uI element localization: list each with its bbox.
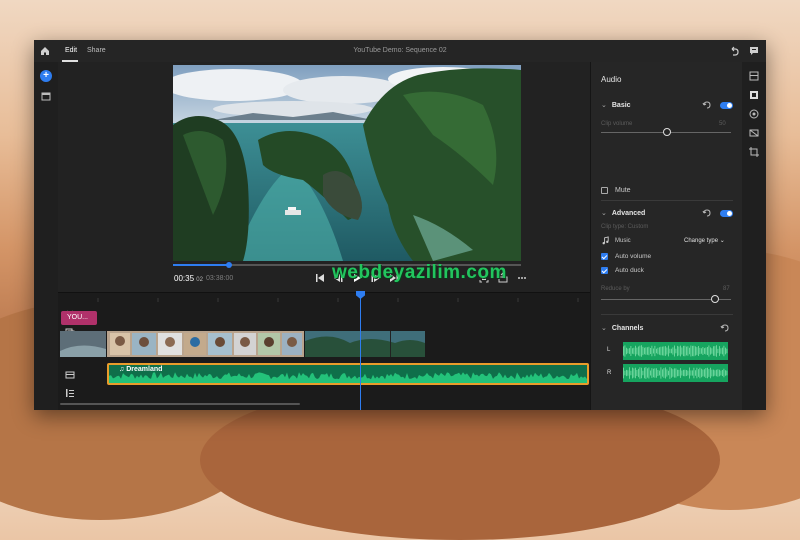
basic-toggle[interactable] [720,102,733,109]
mute-checkbox[interactable] [601,187,608,194]
top-bar: Edit Share YouTube Demo: Sequence 02 [34,40,766,63]
clip-volume-handle[interactable] [663,128,671,136]
left-channel-waveform[interactable] [623,342,729,360]
more-options-icon[interactable] [516,272,528,284]
left-toolbar: + [34,62,59,410]
scrubber-progress [173,264,229,266]
reduce-by-value: 87 [723,286,730,292]
auto-duck-checkbox[interactable] [601,267,608,274]
title-clip[interactable]: YOU... [61,311,97,325]
program-monitor: 00:35 02 03:38:00 [58,62,607,292]
right-channel-waveform[interactable] [623,364,729,382]
undo-icon[interactable] [729,45,741,57]
color-icon[interactable] [748,108,760,120]
audio-panel-title: Audio [601,75,622,84]
clip-type-hint: Clip type: Custom [601,224,649,230]
add-media-button[interactable]: + [40,70,52,82]
reset-icon[interactable] [720,323,730,333]
auto-volume-label: Auto volume [615,253,652,260]
auto-duck-label: Auto duck [615,267,644,274]
right-toolbar [742,62,766,410]
video-preview[interactable] [173,65,521,261]
audio-clip[interactable]: ♫ Dreamland [107,363,589,385]
clip-volume-label: Clip volume [601,121,633,127]
section-divider [601,200,733,201]
channels-section-header[interactable]: ⌄ Channels [601,324,643,332]
sequence-title: YouTube Demo: Sequence 02 [353,47,447,54]
audio-panel: Audio ⌄ Basic Clip volume 50 Mute ⌄ Advanc… [590,62,743,410]
time-ruler[interactable] [58,293,590,307]
timeline-scrollbar[interactable] [60,403,300,405]
reduce-by-handle[interactable] [711,295,720,303]
audio-waveform [109,372,587,383]
change-type-select[interactable]: Change type ⌄ [679,236,731,247]
basic-section-header[interactable]: ⌄ Basic [601,101,631,109]
transitions-icon[interactable] [748,127,760,139]
track-settings-icon[interactable] [64,369,76,381]
watermark-text: webdeyazilim.com [332,262,507,283]
current-timecode: 00:35 02 [174,274,203,283]
sequence-duration: 03:38:00 [206,275,234,282]
advanced-section-header[interactable]: ⌄ Advanced [601,209,645,217]
left-channel-label: L [607,347,611,353]
media-bin-icon[interactable] [40,90,52,102]
list-view-icon[interactable] [64,387,76,399]
audio-clip-name: ♫ Dreamland [119,366,163,373]
scrubber-handle[interactable] [225,262,232,268]
clip-volume-value: 50 [719,121,726,127]
advanced-toggle[interactable] [720,210,733,217]
reset-icon[interactable] [702,208,712,218]
music-note-icon [602,236,609,245]
audio-panel-icon[interactable] [748,89,760,101]
chevron-down-icon: ⌄ [719,238,725,244]
crop-icon[interactable] [748,146,760,158]
auto-volume-checkbox[interactable] [601,253,608,260]
right-channel-label: R [607,370,612,376]
reset-icon[interactable] [702,100,712,110]
go-to-start-icon[interactable] [314,272,326,284]
playhead[interactable] [356,291,365,410]
clip-type-label: Music [615,238,631,244]
properties-icon[interactable] [748,70,760,82]
video-track[interactable] [60,331,430,357]
feedback-icon[interactable] [748,45,760,57]
reduce-by-label: Reduce by [601,286,630,292]
section-divider [601,314,733,315]
timeline-panel: YOU... ♫ Dreamland [58,291,590,410]
mute-label: Mute [615,187,631,194]
editor-window: Edit Share YouTube Demo: Sequence 02 + 0… [34,40,766,410]
